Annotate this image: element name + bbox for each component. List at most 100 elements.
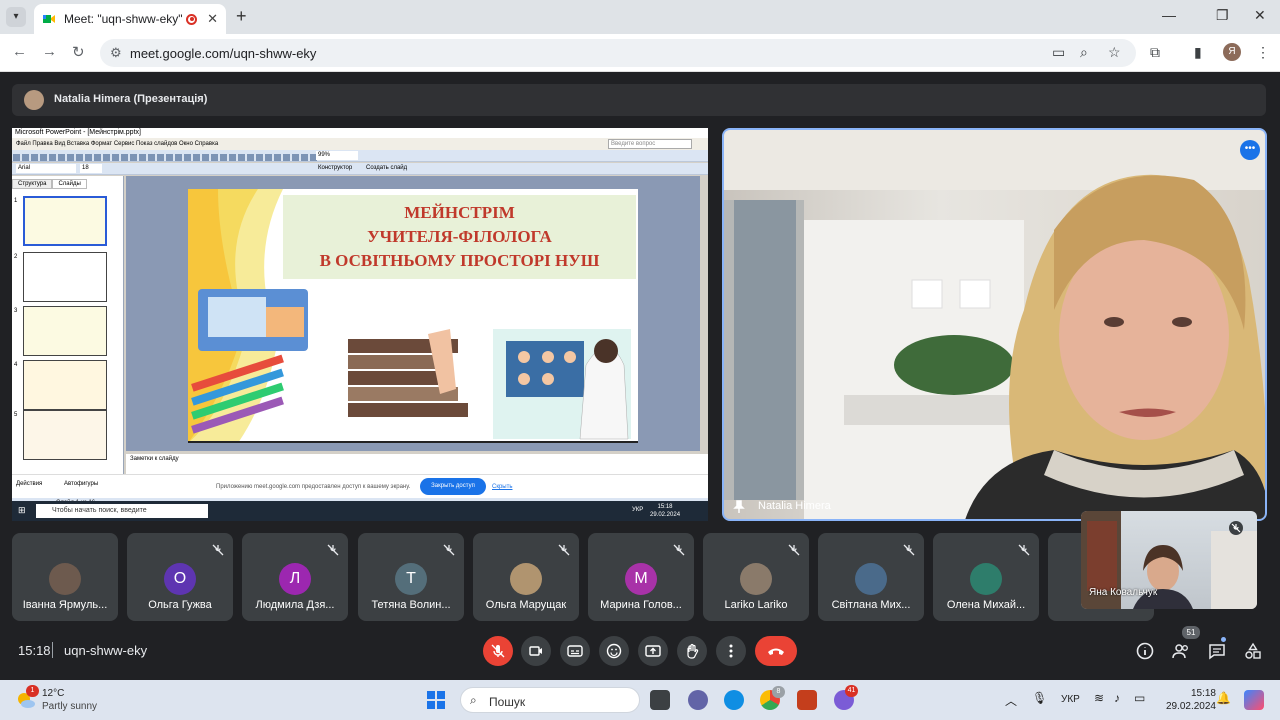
zoom-box[interactable]: 99%	[316, 151, 358, 160]
slide-notes[interactable]: Заметки к слайду	[126, 454, 708, 474]
google-meet-icon	[43, 15, 55, 23]
draw-actions-menu[interactable]: Действия	[16, 481, 42, 487]
participant-tile[interactable]: Т Тетяна Волин...	[358, 533, 464, 621]
copilot-icon[interactable]	[1244, 690, 1264, 710]
participant-tile[interactable]: Ольга Марущак	[473, 533, 579, 621]
extensions-icon[interactable]: ⧉	[1150, 44, 1160, 61]
more-options-icon[interactable]: •••	[1240, 140, 1260, 160]
participant-tile[interactable]: М Марина Голов...	[588, 533, 694, 621]
stop-sharing-button[interactable]: Закрыть доступ	[420, 478, 486, 495]
powerpoint-icon[interactable]	[797, 690, 817, 710]
designer-button[interactable]: Конструктор	[318, 164, 352, 173]
taskbar-search[interactable]: ⌕ Пошук	[460, 687, 640, 713]
participant-avatar: Л	[279, 563, 311, 595]
captions-icon	[567, 645, 583, 657]
slide-thumbnail-5[interactable]	[23, 410, 107, 460]
mic-off-icon	[491, 644, 505, 658]
speaker-name: Natalia Himera	[758, 500, 831, 512]
muted-mic-icon	[558, 544, 570, 556]
camera-button[interactable]	[521, 636, 551, 666]
participant-tile[interactable]: Світлана Мих...	[818, 533, 924, 621]
participant-name: Олена Михай...	[946, 599, 1026, 611]
language-indicator[interactable]: УКР	[1061, 694, 1080, 705]
slide-title-line-2: УЧИТЕЛЯ-ФІЛОЛОГА	[367, 227, 552, 246]
present-icon	[645, 645, 661, 657]
browser-tab-meet[interactable]: Meet: "uqn-shww-eky" ✕	[34, 4, 226, 34]
more-options-button[interactable]	[716, 636, 746, 666]
muted-mic-icon	[1018, 544, 1030, 556]
tab-search-dropdown[interactable]: ▾	[6, 7, 26, 27]
autoshapes-menu[interactable]: Автофигуры	[64, 481, 98, 487]
new-tab-button[interactable]: +	[236, 6, 247, 27]
participant-tile[interactable]: Олена Михай...	[933, 533, 1039, 621]
help-question-box[interactable]: Введите вопрос	[608, 139, 692, 149]
muted-mic-icon	[788, 544, 800, 556]
camera-in-use-icon[interactable]: ▭	[1052, 44, 1065, 61]
font-size-box[interactable]: 18	[80, 164, 102, 173]
wifi-icon[interactable]: ≋	[1094, 691, 1104, 705]
participant-tile[interactable]: Л Людмила Дзя...	[242, 533, 348, 621]
participant-avatar	[855, 563, 887, 595]
participant-tile[interactable]: Іванна Ярмуль...	[12, 533, 118, 621]
slide-thumbnail-2[interactable]	[23, 252, 107, 302]
menu-kebab-icon[interactable]: ⋮	[1256, 44, 1270, 61]
hide-notification-link[interactable]: Скрыть	[492, 484, 512, 490]
tab-slides[interactable]: Слайды	[52, 179, 87, 189]
raise-hand-button[interactable]	[677, 636, 707, 666]
windows-start-icon[interactable]	[426, 690, 446, 710]
activities-icon[interactable]	[1244, 642, 1262, 660]
participant-tile[interactable]: Lariko Lariko	[703, 533, 809, 621]
captions-button[interactable]	[560, 636, 590, 666]
speaker-video-frame	[724, 130, 1265, 519]
present-screen-button[interactable]	[638, 636, 668, 666]
close-window-icon[interactable]: ✕	[1254, 7, 1266, 24]
people-icon[interactable]	[1172, 642, 1190, 660]
participant-tile[interactable]: О Ольга Гужва	[127, 533, 233, 621]
side-panel-icon[interactable]: ▮	[1194, 44, 1202, 61]
shared-date: 29.02.2024	[650, 512, 681, 518]
viber-badge: 41	[845, 685, 858, 697]
reload-icon[interactable]: ↻	[72, 43, 85, 61]
bookmark-star-icon[interactable]: ☆	[1108, 44, 1121, 61]
system-time: 15:18	[1190, 688, 1216, 699]
meeting-info-icon[interactable]	[1136, 642, 1154, 660]
self-video-tile[interactable]: Яна Ковальчук	[1081, 511, 1257, 609]
back-icon[interactable]: ←	[12, 43, 27, 60]
presenter-bar: Natalia Himera (Презентація)	[12, 84, 1266, 116]
maximize-icon[interactable]: ❐	[1216, 7, 1229, 24]
powerpoint-menu-items[interactable]: Файл Правка Вид Вставка Формат Сервис По…	[16, 141, 218, 147]
edge-icon[interactable]	[724, 690, 744, 710]
leave-call-button[interactable]	[755, 636, 797, 666]
microphone-muted-button[interactable]	[483, 636, 513, 666]
teams-icon[interactable]	[688, 690, 708, 710]
close-tab-icon[interactable]: ✕	[207, 11, 218, 27]
microphone-tray-icon[interactable]: 🎙	[1032, 691, 1047, 705]
reactions-button[interactable]	[599, 636, 629, 666]
participant-name: Світлана Мих...	[831, 599, 911, 611]
notification-bell-icon[interactable]: 🔔	[1216, 691, 1231, 705]
slide-thumbnail-1[interactable]	[23, 196, 107, 246]
pin-icon[interactable]	[732, 500, 746, 514]
font-name-box[interactable]: Arial	[16, 164, 76, 173]
new-slide-button[interactable]: Создать слайд	[366, 164, 407, 173]
browser-tab-strip: ▾ Meet: "uqn-shww-eky" ✕ + — ❐ ✕	[0, 0, 1280, 34]
weather-status: Partly sunny	[42, 701, 98, 712]
omnibox[interactable]: ⚙ meet.google.com/uqn-shww-eky ▭ ⌕ ☆	[100, 39, 1136, 67]
tab-structure[interactable]: Структура	[12, 179, 53, 189]
volume-icon[interactable]: ♪	[1114, 691, 1120, 705]
main-speaker-video[interactable]: ••• Natalia Himera	[722, 128, 1267, 521]
tray-chevron-icon[interactable]: ︿	[1005, 692, 1017, 709]
meeting-controls-bar: 15:18 uqn-shww-eky	[0, 628, 1280, 674]
system-clock[interactable]: 15:18 29.02.2024	[1160, 687, 1216, 713]
chat-icon[interactable]	[1208, 642, 1226, 660]
forward-icon[interactable]: →	[42, 43, 57, 60]
participant-avatar	[510, 563, 542, 595]
slide-thumbnail-3[interactable]	[23, 306, 107, 356]
zoom-icon[interactable]: ⌕	[1080, 44, 1088, 61]
task-view-icon[interactable]	[650, 690, 670, 710]
slide-thumbnail-4[interactable]	[23, 360, 107, 410]
minimize-icon[interactable]: —	[1162, 7, 1176, 23]
profile-avatar[interactable]: Я	[1223, 43, 1241, 61]
site-info-icon[interactable]: ⚙	[110, 45, 122, 61]
battery-icon[interactable]: ▭	[1134, 691, 1145, 705]
